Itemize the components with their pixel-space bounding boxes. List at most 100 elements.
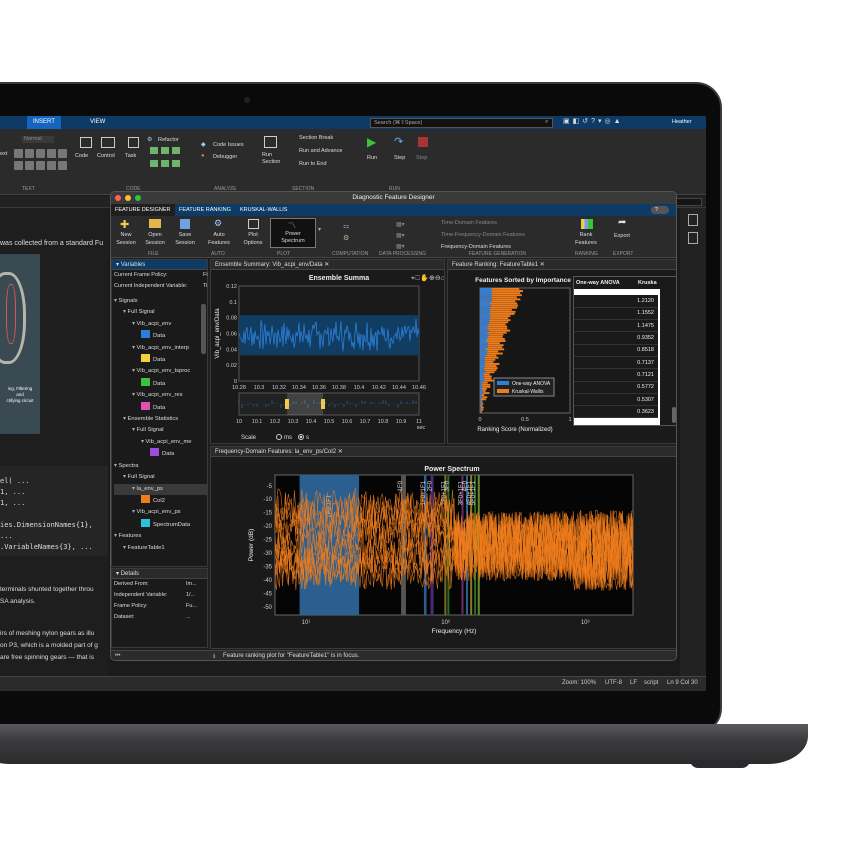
tab-kruskal-wallis[interactable]: KRUSKAL-WALLIS — [236, 204, 291, 216]
tree-scrollbar[interactable] — [201, 304, 206, 354]
debugger-button[interactable]: Debugger — [213, 154, 237, 160]
maximize-icon[interactable] — [135, 195, 141, 201]
tree-node[interactable]: ▾ Ensemble Statistics — [114, 414, 207, 425]
new-session-button[interactable]: New Session — [115, 231, 137, 247]
tree-node[interactable]: SpectrumData — [114, 518, 207, 531]
table-row[interactable]: 0.3623 — [574, 405, 658, 419]
tree-node[interactable]: Col2 — [114, 494, 207, 507]
tree-node[interactable]: Data — [114, 330, 207, 342]
tab-feature-designer[interactable]: FEATURE DESIGNER — [111, 204, 175, 216]
toolbar-icons[interactable]: ▣◧↺?▾◎▲ — [563, 117, 624, 125]
tree-node[interactable]: Data — [114, 354, 207, 366]
tree-node[interactable]: ▾ Vib_acpi_env_ps — [114, 507, 207, 518]
run-advance-button[interactable]: Run and Advance — [299, 148, 342, 154]
spectrum-plot[interactable]: Power Spectrum1F0-1F11F0 1F0+1F1 2F0 2F0+1F… — [211, 457, 677, 649]
user-menu[interactable]: Heather — [672, 116, 692, 129]
ensemble-plot[interactable]: Ensemble Summa ⌖⬚✋⊕⊖⌂ 0.12 0.1 0.08 0.06 0.04 0… — [211, 270, 444, 444]
table-scrollbar[interactable] — [672, 407, 676, 423]
computation-icon-1[interactable]: ⚏ — [343, 222, 349, 230]
export-button[interactable]: Export — [614, 233, 630, 239]
tree-node[interactable]: ▾ Vib_acpi_env_interp — [114, 343, 207, 354]
time-freq-button[interactable]: Time-Frequency-Domain Features — [441, 232, 525, 238]
tab-insert[interactable]: INSERT — [27, 116, 61, 129]
refactor-grid-icons[interactable] — [150, 147, 190, 169]
search-input[interactable]: Search (⌘⇧Space) — [370, 118, 553, 128]
code-issues-button[interactable]: Code Issues — [213, 142, 244, 148]
x-tick-label: 10.36 — [312, 385, 326, 391]
tree-node[interactable]: ▾ Vib_acpi_env_me — [114, 437, 207, 448]
tree-node[interactable]: ▾ Signals — [114, 296, 207, 307]
ranking-tab[interactable]: Feature Ranking: FeatureTable1 ✕ — [448, 260, 676, 270]
table-row[interactable]: 1.1552 — [574, 307, 658, 321]
tree-node[interactable]: ▾ Features — [114, 531, 207, 542]
tree-node[interactable]: ▾ la_env_ps — [114, 483, 207, 495]
table-row[interactable]: 0.9352 — [574, 331, 658, 345]
tree-node[interactable]: ▾ Vib_acpi_env_tsproc — [114, 366, 207, 377]
section-break-button[interactable]: Section Break — [299, 135, 333, 141]
table-row[interactable]: 0.8518 — [574, 344, 658, 357]
table-row[interactable]: 0.7121 — [574, 368, 658, 382]
style-dropdown[interactable]: Normal — [22, 136, 54, 143]
col-anova-header[interactable]: One-way ANOVA — [576, 280, 620, 286]
close-icon[interactable] — [115, 195, 121, 201]
freq-domain-button[interactable]: Frequency-Domain Features — [441, 244, 511, 250]
control-button[interactable]: Control — [97, 153, 115, 159]
tree-node[interactable]: Data — [114, 448, 207, 460]
variables-tree[interactable]: ▾ Signals ▾ Full Signal ▾ Vib_acpi_env Data… — [112, 296, 207, 554]
table-row[interactable]: 0.5307 — [574, 393, 658, 407]
ranking-table[interactable]: One-way ANOVA Kruska 1.2120 1.1552 1.1475 0… — [573, 276, 676, 426]
tab-view[interactable]: VIEW — [84, 116, 111, 129]
auto-features-button[interactable]: Auto Features — [206, 231, 232, 247]
search-icon[interactable]: ⌕ — [545, 119, 548, 126]
zoom-level[interactable]: Zoom: 100% — [562, 680, 596, 686]
plot-options-button[interactable]: Plot Options — [240, 231, 266, 247]
tree-node[interactable]: ▾ FeatureTable1 — [114, 543, 207, 554]
tree-node[interactable]: Data — [114, 401, 207, 414]
tree-node[interactable]: ▾ Full Signal — [114, 307, 207, 318]
power-spectrum-gallery-item[interactable]: 〽 Power Spectrum — [270, 218, 316, 248]
data-processing-icons[interactable]: ▦▾ ▦▾ ▦▾ — [396, 220, 405, 253]
stop-button[interactable]: Stop — [416, 155, 427, 161]
variables-header[interactable]: ▾ Variables — [112, 260, 207, 270]
table-row[interactable]: 1.2120 — [574, 295, 658, 308]
panel-toggle-icon[interactable]: ⏮ — [115, 653, 120, 660]
doc2-icon[interactable] — [688, 232, 698, 244]
eol[interactable]: LF — [630, 680, 637, 686]
minimize-icon[interactable] — [125, 195, 131, 201]
run-section-button[interactable]: Run Section — [262, 152, 284, 166]
tree-node[interactable]: Data — [114, 377, 207, 390]
doc-icon[interactable] — [688, 214, 698, 226]
refactor-button[interactable]: Refactor — [158, 137, 179, 143]
table-row[interactable]: 0.5772 — [574, 381, 658, 394]
tree-node-label: Features — [118, 533, 142, 540]
run-button[interactable]: Run — [367, 155, 377, 161]
save-session-button[interactable]: Save Session — [173, 231, 197, 247]
task-button[interactable]: Task — [125, 153, 136, 159]
tree-node[interactable]: ▾ Full Signal — [114, 425, 207, 436]
tree-node[interactable]: ▾ Vib_acpi_env — [114, 319, 207, 330]
col-kruskal-header[interactable]: Kruska — [638, 280, 657, 286]
time-domain-button[interactable]: Time-Domain Features — [441, 220, 497, 226]
tree-node[interactable]: ▾ Vib_acpi_env_res — [114, 390, 207, 401]
encoding[interactable]: UTF-8 — [605, 680, 622, 686]
tab-feature-ranking[interactable]: FEATURE RANKING — [175, 204, 235, 216]
spectrum-tab[interactable]: Frequency-Domain Features: la_env_ps/Col… — [211, 447, 676, 457]
text-format-buttons[interactable] — [14, 149, 68, 173]
open-session-button[interactable]: Open Session — [143, 231, 167, 247]
tree-node[interactable]: ▾ Spectra — [114, 461, 207, 472]
table-row[interactable]: 0.7137 — [574, 356, 658, 370]
rank-features-button[interactable]: Rank Features — [571, 231, 601, 247]
ensemble-tab[interactable]: Ensemble Summary: Vib_acpi_env/Data ✕ — [211, 260, 444, 270]
help-icon[interactable]: ? — [651, 206, 669, 214]
ranking-plot[interactable]: Features Sorted by Importance 0 0.5 1 Rankin… — [448, 270, 573, 444]
mode[interactable]: script — [644, 680, 658, 686]
step-button[interactable]: Step — [394, 155, 405, 161]
computation-icon-2[interactable]: ⚙ — [343, 234, 349, 242]
code-block[interactable]: el( ... 1, ... 1, ... ies.DimensionNames… — [0, 476, 108, 553]
details-header[interactable]: ▾ Details — [112, 569, 207, 579]
run-to-end-button[interactable]: Run to End — [299, 161, 327, 167]
code-button[interactable]: Code — [75, 153, 88, 159]
gallery-dropdown-icon[interactable]: ▾ — [318, 226, 321, 233]
tree-node[interactable]: ▾ Full Signal — [114, 472, 207, 483]
table-row[interactable]: 1.1475 — [574, 319, 658, 333]
